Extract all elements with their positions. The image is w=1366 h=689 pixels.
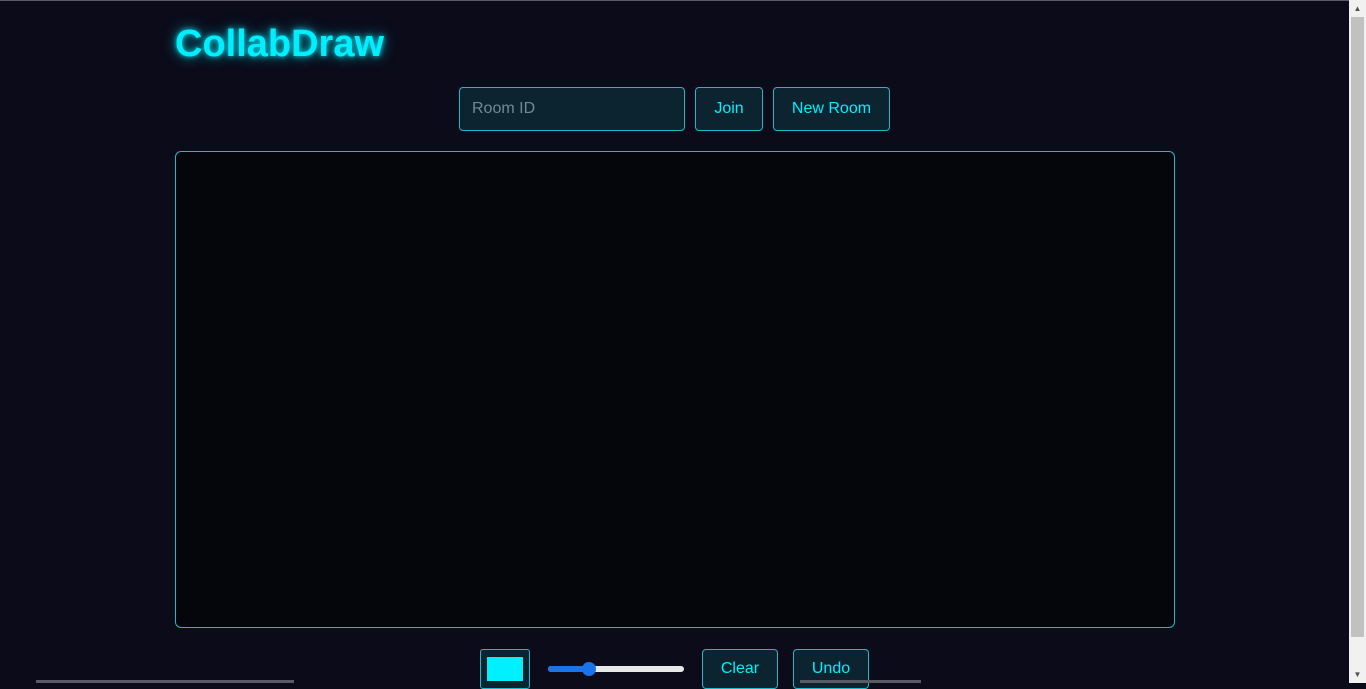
new-room-button[interactable]: New Room [773,87,890,131]
room-id-input[interactable] [459,87,685,131]
scroll-thumb[interactable] [1351,17,1364,637]
clear-button[interactable]: Clear [702,649,778,689]
undo-button[interactable]: Undo [793,649,869,689]
color-picker[interactable] [480,649,530,689]
brush-size-slider[interactable] [548,662,684,676]
scroll-up-icon[interactable]: ▲ [1349,0,1366,17]
scroll-down-icon[interactable]: ▼ [1349,666,1366,683]
app-title: CollabDraw [175,23,385,65]
slider-thumb[interactable] [581,662,596,676]
window-top-border [0,0,1366,1]
color-swatch [486,656,524,682]
drawing-canvas[interactable] [175,151,1175,628]
vertical-scrollbar[interactable]: ▲ ▼ [1349,0,1366,683]
join-button[interactable]: Join [695,87,763,131]
